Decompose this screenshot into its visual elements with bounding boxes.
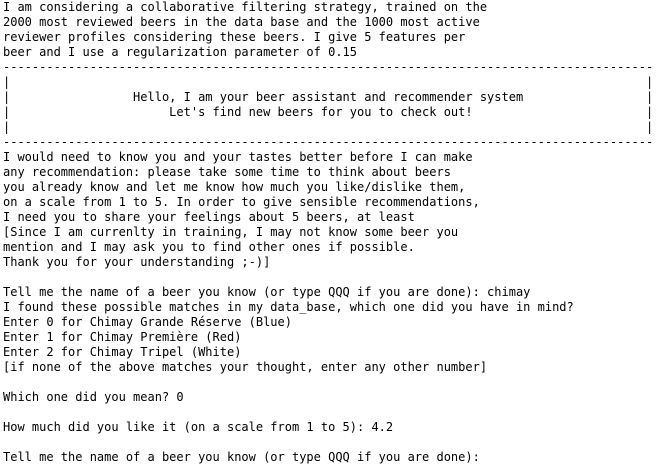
explanation-line: you already know and let me know how muc… [3,180,466,194]
match-option: Enter 1 for Chimay Première (Red) [3,330,242,344]
banner-greeting: | Hello, I am your beer assistant and re… [3,90,654,104]
match-option: Enter 2 for Chimay Tripel (White) [3,345,242,359]
explanation-line: on a scale from 1 to 5. In order to give… [3,195,480,209]
banner-subtitle: | Let's find new beers for you to check … [3,105,654,119]
none-option: [if none of the above matches your thoug… [3,360,488,374]
explanation-line: I need you to share your feelings about … [3,210,415,224]
explanation-line: Thank you for your understanding ;-)] [3,255,271,269]
command-input[interactable] [487,450,499,464]
banner-empty-row: | | [3,75,654,89]
explanation-line: mention and I may ask you to find other … [3,240,415,254]
terminal-window[interactable]: I am considering a collaborative filteri… [3,0,661,475]
match-option: Enter 0 for Chimay Grande Réserve (Blue) [3,315,292,329]
beer-name-prompt-current: Tell me the name of a beer you know (or … [3,450,488,464]
banner-bottom-rule: ----------------------------------------… [3,135,654,149]
intro-line: 2000 most reviewed beers in the data bas… [3,15,480,29]
explanation-line: [Since I am currenlty in training, I may… [3,225,459,239]
banner-top-rule: ----------------------------------------… [3,60,654,74]
explanation-line: any recommendation: please take some tim… [3,165,451,179]
beer-name-prompt: Tell me the name of a beer you know (or … [3,285,531,299]
explanation-line: I would need to know you and your tastes… [3,150,473,164]
intro-line: reviewer profiles considering these beer… [3,30,466,44]
intro-line: beer and I use a regularization paramete… [3,45,358,59]
banner-empty-row: | | [3,120,654,134]
intro-line: I am considering a collaborative filteri… [3,0,488,14]
rating-prompt: How much did you like it (on a scale fro… [3,420,394,434]
which-prompt: Which one did you mean? 0 [3,390,184,404]
matches-header: I found these possible matches in my dat… [3,300,574,314]
current-input-line[interactable]: Tell me the name of a beer you know (or … [3,450,661,465]
